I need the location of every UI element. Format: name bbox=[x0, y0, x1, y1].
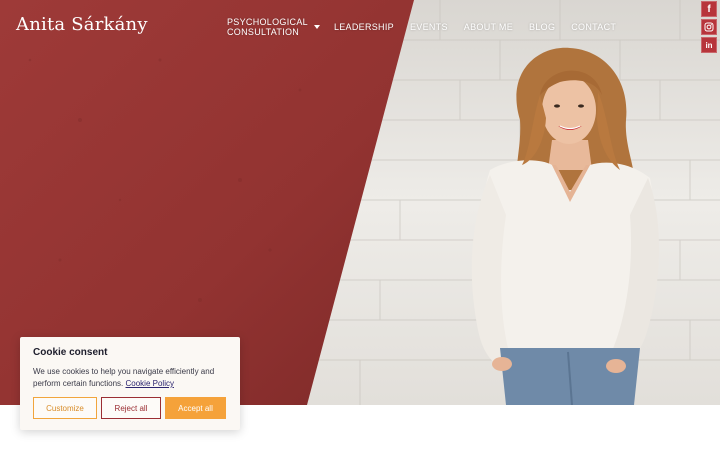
main-nav: PSYCHOLOGICAL CONSULTATION LEADERSHIP EV… bbox=[227, 16, 632, 38]
cookie-title: Cookie consent bbox=[33, 347, 108, 358]
nav-item-contact[interactable]: CONTACT bbox=[571, 22, 616, 32]
nav-psychological-line1: PSYCHOLOGICAL bbox=[227, 17, 308, 27]
reject-all-button[interactable]: Reject all bbox=[101, 397, 161, 419]
linkedin-icon[interactable]: in bbox=[701, 37, 717, 53]
cookie-description: We use cookies to help you navigate effi… bbox=[33, 367, 215, 388]
customize-button[interactable]: Customize bbox=[33, 397, 97, 419]
chevron-down-icon[interactable] bbox=[313, 25, 320, 29]
instagram-glyph bbox=[704, 22, 714, 32]
social-links: f in bbox=[701, 1, 719, 55]
accept-all-button[interactable]: Accept all bbox=[165, 397, 226, 419]
cookie-text: We use cookies to help you navigate effi… bbox=[33, 366, 227, 390]
facebook-icon[interactable]: f bbox=[701, 1, 717, 17]
nav-item-about-me[interactable]: ABOUT ME bbox=[464, 22, 513, 32]
instagram-icon[interactable] bbox=[701, 19, 717, 35]
nav-item-events[interactable]: EVENTS bbox=[410, 22, 448, 32]
site-logo[interactable]: Anita Sárkány bbox=[16, 14, 148, 35]
cookie-policy-link[interactable]: Cookie Policy bbox=[126, 379, 174, 388]
nav-item-blog[interactable]: BLOG bbox=[529, 22, 555, 32]
nav-psychological-label: PSYCHOLOGICAL CONSULTATION bbox=[227, 17, 308, 37]
nav-item-leadership[interactable]: LEADERSHIP bbox=[334, 22, 394, 32]
cookie-buttons: Customize Reject all Accept all bbox=[33, 397, 226, 419]
nav-psychological-line2: CONSULTATION bbox=[227, 27, 300, 37]
nav-item-psychological-consultation[interactable]: PSYCHOLOGICAL CONSULTATION bbox=[227, 17, 320, 37]
cookie-consent-banner: Cookie consent We use cookies to help yo… bbox=[20, 337, 240, 430]
